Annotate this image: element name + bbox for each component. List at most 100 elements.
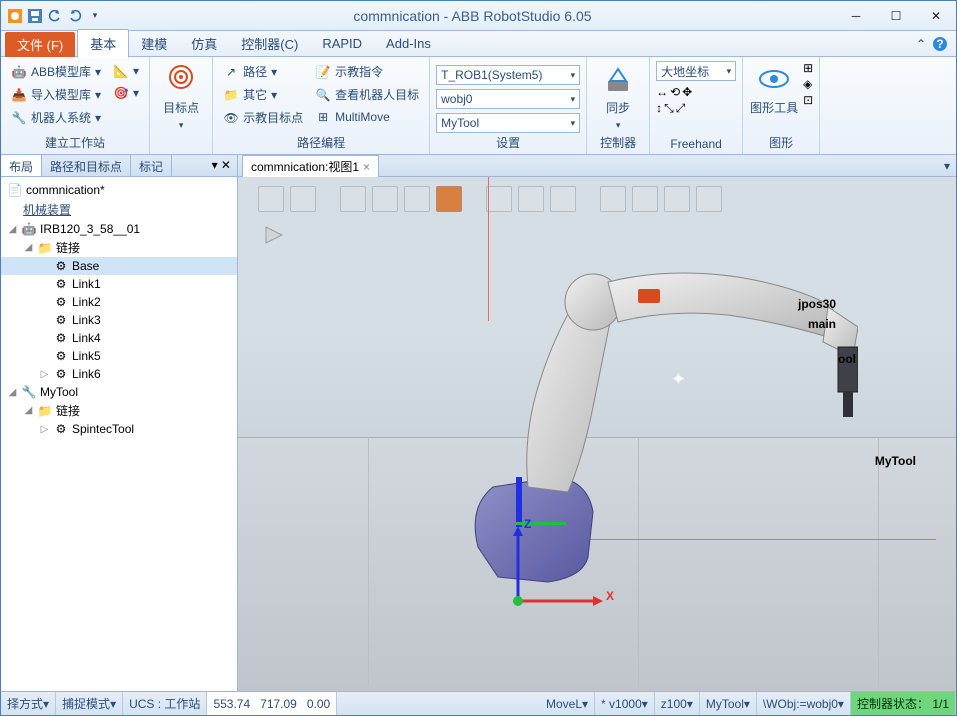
collapse-icon[interactable]: ◢ xyxy=(23,242,34,253)
sb-snap-mode[interactable]: 捕捉模式 ▾ xyxy=(56,692,123,715)
view-tab[interactable]: commnication:视图1× xyxy=(242,155,379,177)
abb-library-button[interactable]: 🤖ABB模型库 ▾ xyxy=(7,61,105,82)
stb6[interactable] xyxy=(436,186,462,212)
3d-scene[interactable]: jpos30 main ool MyTool ✦ Z X xyxy=(238,177,956,691)
jog-icon[interactable]: ✥ xyxy=(682,85,692,99)
stb9[interactable] xyxy=(550,186,576,212)
tab-layout[interactable]: 布局 xyxy=(1,155,42,176)
t3-icon[interactable]: ⤢ xyxy=(676,101,686,116)
tree-robot-label: IRB120_3_58__01 xyxy=(40,222,140,236)
tab-basic[interactable]: 基本 xyxy=(77,29,129,58)
stb8[interactable] xyxy=(518,186,544,212)
tab-file[interactable]: 文件 (F) xyxy=(5,32,75,57)
minimize-button[interactable]: ─ xyxy=(836,2,876,30)
scene-play-icon[interactable] xyxy=(262,223,286,247)
stb11[interactable] xyxy=(632,186,658,212)
task-dropdown[interactable]: T_ROB1(System5)▾ xyxy=(436,65,580,85)
tab-sim[interactable]: 仿真 xyxy=(179,30,229,57)
label-mytool: MyTool xyxy=(875,454,916,468)
g2-icon[interactable]: ◈ xyxy=(803,77,813,91)
tab-model[interactable]: 建模 xyxy=(129,30,179,57)
viewport: commnication:视图1× ▾ xyxy=(238,155,956,691)
stb10[interactable] xyxy=(600,186,626,212)
redo-icon[interactable] xyxy=(67,8,83,24)
tree-link6[interactable]: ▷⚙Link6 xyxy=(1,365,237,383)
coord-dropdown[interactable]: 大地坐标▾ xyxy=(656,61,736,81)
robot-system-button[interactable]: 🔧机器人系统 ▾ xyxy=(7,107,105,128)
collapse-icon[interactable]: ◢ xyxy=(7,224,18,235)
stb12[interactable] xyxy=(664,186,690,212)
expand-icon[interactable]: ▷ xyxy=(39,369,50,380)
stb4[interactable] xyxy=(372,186,398,212)
move-icon[interactable]: ↔ xyxy=(656,85,668,99)
import-library-button[interactable]: 📥导入模型库 ▾ xyxy=(7,84,105,105)
multimove-button[interactable]: ⊞MultiMove xyxy=(311,107,423,127)
stb3[interactable] xyxy=(340,186,366,212)
tree-links2[interactable]: ◢📁链接 xyxy=(1,401,237,420)
gear-icon: ⚙ xyxy=(53,294,69,310)
rotate-icon[interactable]: ⟲ xyxy=(670,85,680,99)
wobj-dropdown[interactable]: wobj0▾ xyxy=(436,89,580,109)
tree-link3[interactable]: ⚙Link3 xyxy=(1,311,237,329)
tab-controller[interactable]: 控制器(C) xyxy=(229,30,310,57)
tree-base[interactable]: ⚙Base xyxy=(1,257,237,275)
stb2[interactable] xyxy=(290,186,316,212)
app-icon[interactable] xyxy=(7,8,23,24)
frame-button[interactable]: 📐▾ xyxy=(109,61,143,81)
sync-button[interactable]: 同步 ▾ xyxy=(593,61,643,133)
help-icon[interactable]: ? xyxy=(932,36,948,52)
tree-links[interactable]: ◢📁链接 xyxy=(1,238,237,257)
find-robot-button[interactable]: 🔍查看机器人目标 xyxy=(311,84,423,105)
sb-movel[interactable]: MoveL ▾ xyxy=(540,692,595,715)
tab-paths[interactable]: 路径和目标点 xyxy=(42,155,131,176)
t2-icon[interactable]: ⤡ xyxy=(664,101,674,116)
target-button[interactable]: 目标点 ▾ xyxy=(156,61,206,133)
tree-root[interactable]: 📄commnication* xyxy=(1,181,237,199)
undo-icon[interactable] xyxy=(47,8,63,24)
sb-wobj[interactable]: \WObj:=wobj0 ▾ xyxy=(757,692,851,715)
view-menu-icon[interactable]: ▾ xyxy=(944,159,950,173)
stb7[interactable] xyxy=(486,186,512,212)
sb-zone[interactable]: z100 ▾ xyxy=(655,692,700,715)
stb5[interactable] xyxy=(404,186,430,212)
path-button[interactable]: ↗路径 ▾ xyxy=(219,61,307,82)
tab-tags[interactable]: 标记 xyxy=(131,155,172,176)
t1-icon[interactable]: ↕ xyxy=(656,101,662,116)
stb13[interactable] xyxy=(696,186,722,212)
other-button[interactable]: 📁其它 ▾ xyxy=(219,84,307,105)
tree-link2[interactable]: ⚙Link2 xyxy=(1,293,237,311)
expand-icon[interactable]: ▷ xyxy=(39,424,50,435)
sb-speed[interactable]: * v1000 ▾ xyxy=(595,692,655,715)
show-target-button[interactable]: 👁示教目标点 xyxy=(219,107,307,128)
qat-dropdown-icon[interactable]: ▾ xyxy=(87,8,103,24)
tree-spintec[interactable]: ▷⚙SpintecTool xyxy=(1,420,237,438)
tab-addins[interactable]: Add-Ins xyxy=(374,32,443,55)
close-button[interactable]: ✕ xyxy=(916,2,956,30)
sb-tool[interactable]: MyTool ▾ xyxy=(700,692,757,715)
tool-dropdown[interactable]: MyTool▾ xyxy=(436,113,580,133)
close-tab-icon[interactable]: × xyxy=(363,160,370,174)
collapse-icon[interactable]: ◢ xyxy=(7,387,18,398)
teach-button[interactable]: 📝示教指令 xyxy=(311,61,423,82)
coord-button[interactable]: 🎯▾ xyxy=(109,83,143,103)
sb-select-mode[interactable]: 择方式 ▾ xyxy=(1,692,56,715)
g3-icon[interactable]: ⊡ xyxy=(803,93,813,107)
stb1[interactable] xyxy=(258,186,284,212)
graphics-tool-button[interactable]: 图形工具 xyxy=(749,61,799,118)
tree-link1[interactable]: ⚙Link1 xyxy=(1,275,237,293)
tree-robot[interactable]: ◢🤖IRB120_3_58__01 xyxy=(1,220,237,238)
sb-x: 553.74 xyxy=(213,697,250,711)
tree-mytool[interactable]: ◢🔧MyTool xyxy=(1,383,237,401)
maximize-button[interactable]: ☐ xyxy=(876,2,916,30)
tab-rapid[interactable]: RAPID xyxy=(310,32,374,55)
sb-select-mode-label: 择方式 xyxy=(7,695,43,712)
minimize-ribbon-icon[interactable]: ⌃ xyxy=(916,37,926,51)
save-icon[interactable] xyxy=(27,8,43,24)
sidebar-menu-icon[interactable]: ▾ ✕ xyxy=(206,155,237,176)
group-target: 目标点 ▾ xyxy=(150,57,213,154)
collapse-icon[interactable]: ◢ xyxy=(23,405,34,416)
sb-controller-state[interactable]: 控制器状态： 1/1 xyxy=(851,692,956,715)
g1-icon[interactable]: ⊞ xyxy=(803,61,813,75)
tree-link5[interactable]: ⚙Link5 xyxy=(1,347,237,365)
tree-link4[interactable]: ⚙Link4 xyxy=(1,329,237,347)
